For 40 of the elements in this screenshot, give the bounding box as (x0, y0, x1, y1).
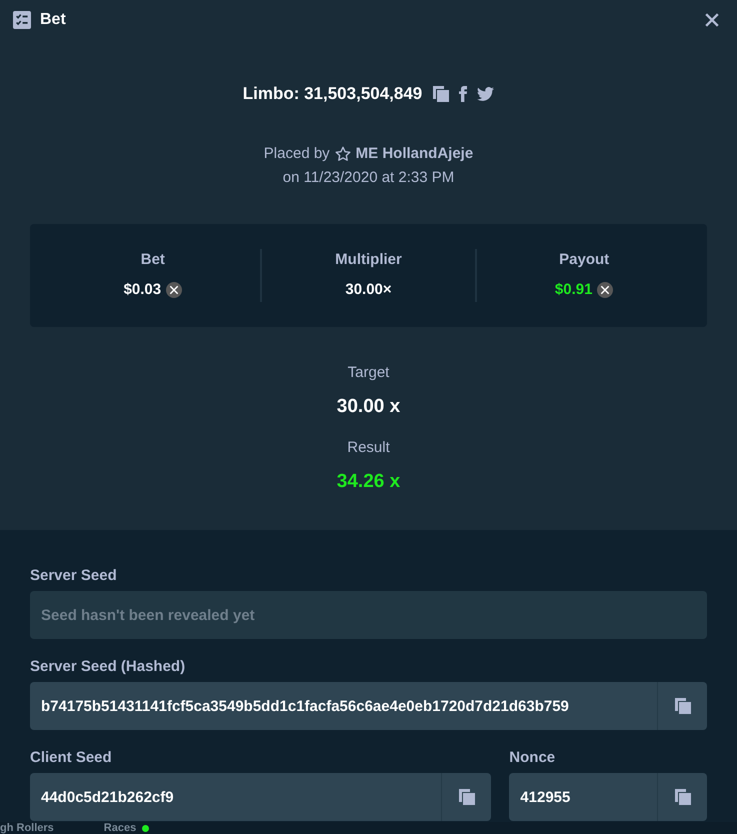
input-field[interactable]: 44d0c5d21b262cf9 (30, 773, 442, 821)
star-icon (334, 146, 351, 162)
copy-icon[interactable] (433, 86, 450, 102)
copy-button[interactable] (441, 773, 492, 821)
outcome-label: Result (347, 438, 390, 458)
field-label: Server Seed (30, 566, 118, 586)
field-label: Server Seed (Hashed) (30, 657, 186, 677)
stat-value: $0.91 (554, 280, 592, 300)
twitter-icon[interactable] (477, 87, 494, 101)
placed-by-label: Placed by (264, 144, 330, 164)
close-button[interactable] (705, 13, 719, 27)
stat-label: Multiplier (335, 250, 402, 270)
placed-date: on 11/23/2020 at 2:33 PM (282, 168, 454, 188)
input-field[interactable]: 412955 (509, 773, 657, 821)
tab-label[interactable]: Races (104, 822, 136, 834)
copy-button[interactable] (657, 682, 707, 730)
outcome-value: 30.00 x (336, 395, 400, 419)
field-label: Client Seed (30, 748, 113, 768)
stat-label: Bet (140, 250, 165, 270)
outcome-label: Target (348, 363, 390, 383)
stat-value: 30.00× (345, 280, 392, 300)
coin-icon (166, 282, 182, 298)
copy-icon (674, 698, 690, 714)
stat-label: Payout (559, 250, 610, 270)
copy-icon (458, 789, 475, 805)
stat-value: $0.03 (124, 280, 162, 300)
close-icon (705, 13, 719, 27)
bet-title: Limbo: 31,503,504,849 (242, 83, 422, 105)
coin-icon (597, 282, 614, 298)
outcome-value: 34.26 x (336, 470, 400, 494)
copy-icon (674, 789, 690, 805)
username-link[interactable]: ME HollandAjeje (356, 142, 474, 166)
tab-label[interactable]: gh Rollers (0, 822, 54, 834)
window-title: Bet (40, 11, 66, 29)
copy-button[interactable] (657, 773, 707, 821)
facebook-icon[interactable] (459, 86, 468, 102)
checklist-icon (13, 11, 31, 29)
field-label: Nonce (509, 748, 556, 768)
status-dot-icon (142, 824, 150, 832)
input-field[interactable]: b74175b51431141fcf5ca3549b5dd1c1facfa56c6ae4e0eb1720d7d21d63b759 (30, 682, 657, 730)
